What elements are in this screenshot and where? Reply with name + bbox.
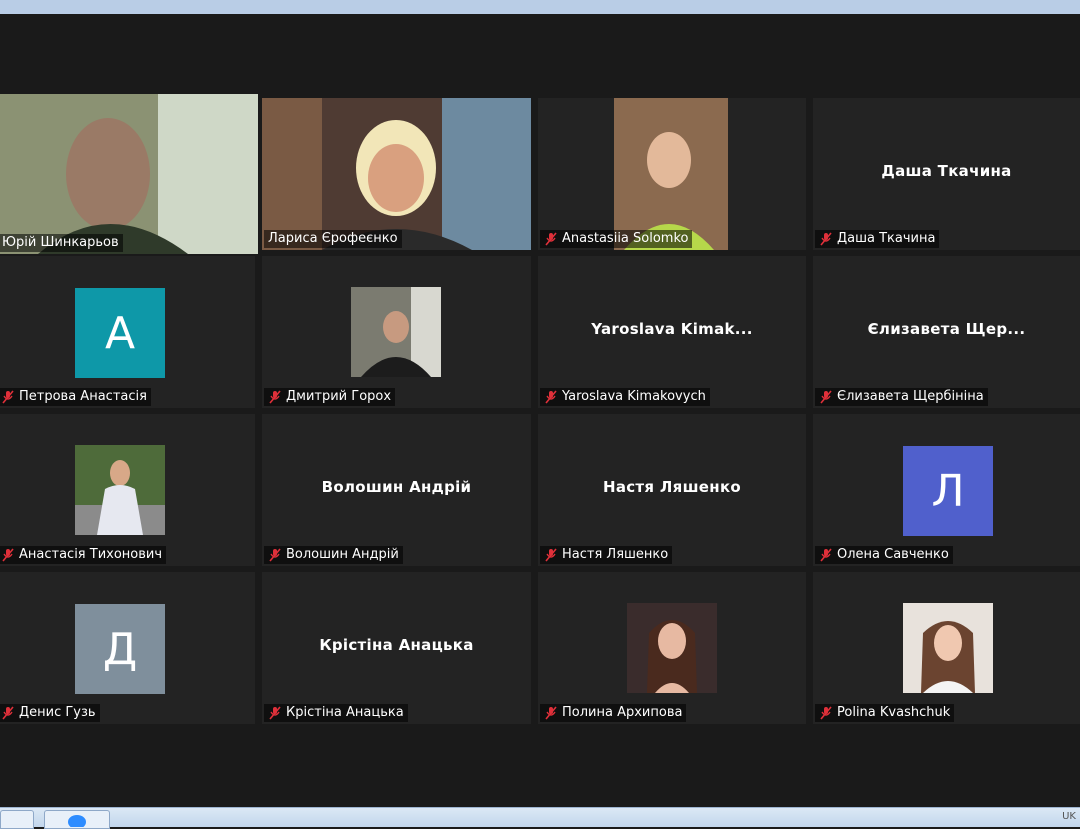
muted-microphone-icon: [2, 390, 14, 404]
participant-name-label: Дмитрий Горох: [264, 388, 396, 406]
participant-name-label: Єлизавета Щербініна: [815, 388, 988, 406]
participant-name: Даша Ткачина: [837, 231, 936, 246]
participant-tile[interactable]: Єлизавета Щер... Єлизавета Щербініна: [813, 256, 1080, 408]
participant-name: Петрова Анастасія: [19, 389, 147, 404]
participant-avatar: Л: [903, 446, 993, 536]
participant-name: Денис Гузь: [19, 705, 96, 720]
participant-display-name: Волошин Андрій: [321, 478, 472, 496]
participant-avatar: Д: [75, 604, 165, 694]
participant-name: Anastasiia Solomko: [562, 231, 689, 246]
muted-microphone-icon: [545, 232, 557, 246]
participant-name: Єлизавета Щербініна: [837, 389, 984, 404]
participant-photo: [903, 603, 993, 693]
participant-tile[interactable]: Крістіна Анацька Крістіна Анацька: [262, 572, 531, 724]
participant-name-label: Олена Савченко: [815, 546, 953, 564]
muted-microphone-icon: [2, 706, 14, 720]
participant-name: Настя Ляшенко: [562, 547, 669, 562]
muted-microphone-icon: [820, 232, 832, 246]
participant-display-name: Крістіна Анацька: [319, 636, 474, 654]
participant-tile[interactable]: Д Денис Гузь: [0, 572, 255, 724]
participant-name-label: Даша Ткачина: [815, 230, 940, 248]
muted-microphone-icon: [545, 390, 557, 404]
participant-name: Polina Kvashchuk: [837, 705, 951, 720]
avatar-initial: Л: [931, 465, 965, 517]
participant-name: Полина Архипова: [562, 705, 683, 720]
participant-tile[interactable]: Лариса Єрофеєнко: [262, 98, 531, 250]
participant-name: Анастасія Тихонович: [19, 547, 163, 562]
participant-tile[interactable]: Polina Kvashchuk: [813, 572, 1080, 724]
participant-video: [262, 98, 531, 250]
participant-name-label: Крістіна Анацька: [264, 704, 408, 722]
participant-name: Юрій Шинкарьов: [2, 235, 119, 250]
participant-name-label: Лариса Єрофеєнко: [264, 230, 402, 248]
participant-tile[interactable]: Л Олена Савченко: [813, 414, 1080, 566]
muted-microphone-icon: [545, 706, 557, 720]
window-top-bar: [0, 0, 1080, 14]
participant-tile[interactable]: Юрій Шинкарьов: [0, 94, 258, 254]
windows-taskbar: UK: [0, 807, 1080, 829]
participant-name: Yaroslava Kimakovych: [562, 389, 706, 404]
participant-photo: [351, 287, 441, 377]
muted-microphone-icon: [820, 390, 832, 404]
zoom-app-icon: [68, 815, 86, 827]
muted-microphone-icon: [2, 548, 14, 562]
avatar-initial: А: [104, 307, 136, 359]
participant-name: Олена Савченко: [837, 547, 949, 562]
participant-tile[interactable]: Полина Архипова: [538, 572, 806, 724]
participant-tile[interactable]: Дмитрий Горох: [262, 256, 531, 408]
taskbar-button[interactable]: [0, 810, 34, 829]
participant-display-name: Єлизавета Щер...: [867, 320, 1026, 338]
muted-microphone-icon: [820, 548, 832, 562]
participant-tile[interactable]: Настя Ляшенко Настя Ляшенко: [538, 414, 806, 566]
participant-tile[interactable]: Yaroslava Kimak... Yaroslava Kimakovych: [538, 256, 806, 408]
taskbar-zoom-button[interactable]: [44, 810, 110, 829]
muted-microphone-icon: [269, 548, 281, 562]
participant-name: Лариса Єрофеєнко: [268, 231, 398, 246]
participant-name-label: Юрій Шинкарьов: [0, 234, 123, 252]
participant-tile[interactable]: Anastasiia Solomko: [538, 98, 806, 250]
participant-name-label: Денис Гузь: [0, 704, 100, 722]
participant-tile[interactable]: Даша Ткачина Даша Ткачина: [813, 98, 1080, 250]
avatar-initial: Д: [102, 623, 138, 675]
participant-tile[interactable]: Анастасія Тихонович: [0, 414, 255, 566]
participant-name-label: Yaroslava Kimakovych: [540, 388, 710, 406]
muted-microphone-icon: [820, 706, 832, 720]
participant-tile[interactable]: Волошин Андрій Волошин Андрій: [262, 414, 531, 566]
participant-name-label: Anastasiia Solomko: [540, 230, 693, 248]
participant-name: Дмитрий Горох: [286, 389, 392, 404]
participant-name-label: Polina Kvashchuk: [815, 704, 955, 722]
language-indicator[interactable]: UK: [1062, 811, 1076, 822]
participant-name-label: Волошин Андрій: [264, 546, 403, 564]
participant-tile[interactable]: А Петрова Анастасія: [0, 256, 255, 408]
participant-photo: [75, 445, 165, 535]
participant-name-label: Петрова Анастасія: [0, 388, 151, 406]
participant-name: Крістіна Анацька: [286, 705, 404, 720]
participant-display-name: Yaroslava Kimak...: [591, 320, 753, 338]
participant-name-label: Настя Ляшенко: [540, 546, 673, 564]
participant-name-label: Анастасія Тихонович: [0, 546, 167, 564]
muted-microphone-icon: [269, 390, 281, 404]
participant-name: Волошин Андрій: [286, 547, 399, 562]
participant-photo: [627, 603, 717, 693]
participant-video: [0, 94, 258, 254]
muted-microphone-icon: [545, 548, 557, 562]
gallery-view: Юрій Шинкарьов Лариса Єрофеєнко Anastasi…: [0, 14, 1080, 807]
participant-video: [614, 98, 728, 250]
participant-display-name: Настя Ляшенко: [602, 478, 742, 496]
participant-name-label: Полина Архипова: [540, 704, 687, 722]
participant-display-name: Даша Ткачина: [881, 162, 1012, 180]
muted-microphone-icon: [269, 706, 281, 720]
participant-avatar: А: [75, 288, 165, 378]
